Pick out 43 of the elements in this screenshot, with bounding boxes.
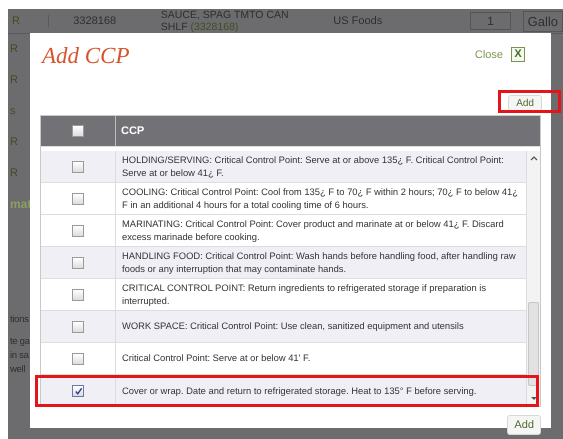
ccp-text: WORK SPACE: Critical Control Point: Use clean, sanitized equipment and utensils [121,319,465,334]
row-checkbox[interactable] [72,256,84,268]
row-checkbox[interactable] [72,385,84,397]
text-fragment: te ga [10,335,31,349]
dialog-title: Add CCP [42,43,130,69]
row-marker: R [10,42,19,57]
row-checkbox[interactable] [72,224,84,236]
text-fragment: well [10,363,26,377]
row-checkbox[interactable] [72,192,84,204]
table-cell: 3328168 [48,15,141,27]
ccp-text: HOLDING/SERVING: Critical Control Point: Serve at or above 135¿ F. Critical Control Point: Serve at or below 41¿ F. [121,153,505,180]
column-header: CCP [120,124,144,139]
highlight-frame [498,90,561,113]
scroll-up-icon[interactable] [530,155,538,161]
section-heading: tions [10,314,30,325]
checkmark-icon [74,386,82,396]
table-cell-text: SAUCE, SPAG TMTO CAN SHLF (3328168) [160,9,290,33]
row-marker: R [10,73,19,88]
quantity-field[interactable]: 1 [470,12,511,30]
row-marker: R [10,135,19,150]
scrollbar[interactable] [526,151,540,406]
row-checkbox[interactable] [72,320,84,332]
scroll-down-icon[interactable] [530,396,538,402]
row-checkbox[interactable] [72,160,84,172]
row-marker: R [10,166,19,181]
ccp-text: CRITICAL CONTROL POINT: Return ingredients to refrigerated storage if preparation is interrupted. [121,281,488,308]
row-marker: R [11,15,21,27]
ccp-text: HANDLING FOOD: Critical Control Point: Wash hands before handling food, after handling raw foods or any interruption that may contaminate hands. [121,249,517,276]
scrollbar-thumb[interactable] [528,302,539,386]
ccp-text: Critical Control Point: Serve at or below 41' F. [121,351,312,366]
row-checkbox[interactable] [72,288,84,300]
close-link[interactable]: Close [474,48,503,60]
row-checkbox[interactable] [72,352,84,364]
close-icon[interactable]: X [511,47,525,62]
text-fragment: in sa [10,349,30,363]
table-cell-text: US Foods [332,15,384,27]
ccp-text: COOLING: Critical Control Point: Cool from 135¿ F to 70¿ F within 2 hours; 70¿ F to below 41¿ F in an additional 4 hours for a total cooling time of 6 hours. [121,185,519,212]
unit-dropdown[interactable]: Gallo [522,10,563,32]
select-all-checkbox[interactable] [72,125,84,137]
row-marker: s [10,104,16,119]
add-button[interactable]: Add [507,415,541,435]
ccp-text: MARINATING: Critical Control Point: Cover product and marinate at or below 41¿ F. Discard excess marinade before cooking. [121,217,505,244]
ccp-text: Cover or wrap. Date and return to refrigerated storage. Heat to 135° F before serving. [121,384,478,398]
